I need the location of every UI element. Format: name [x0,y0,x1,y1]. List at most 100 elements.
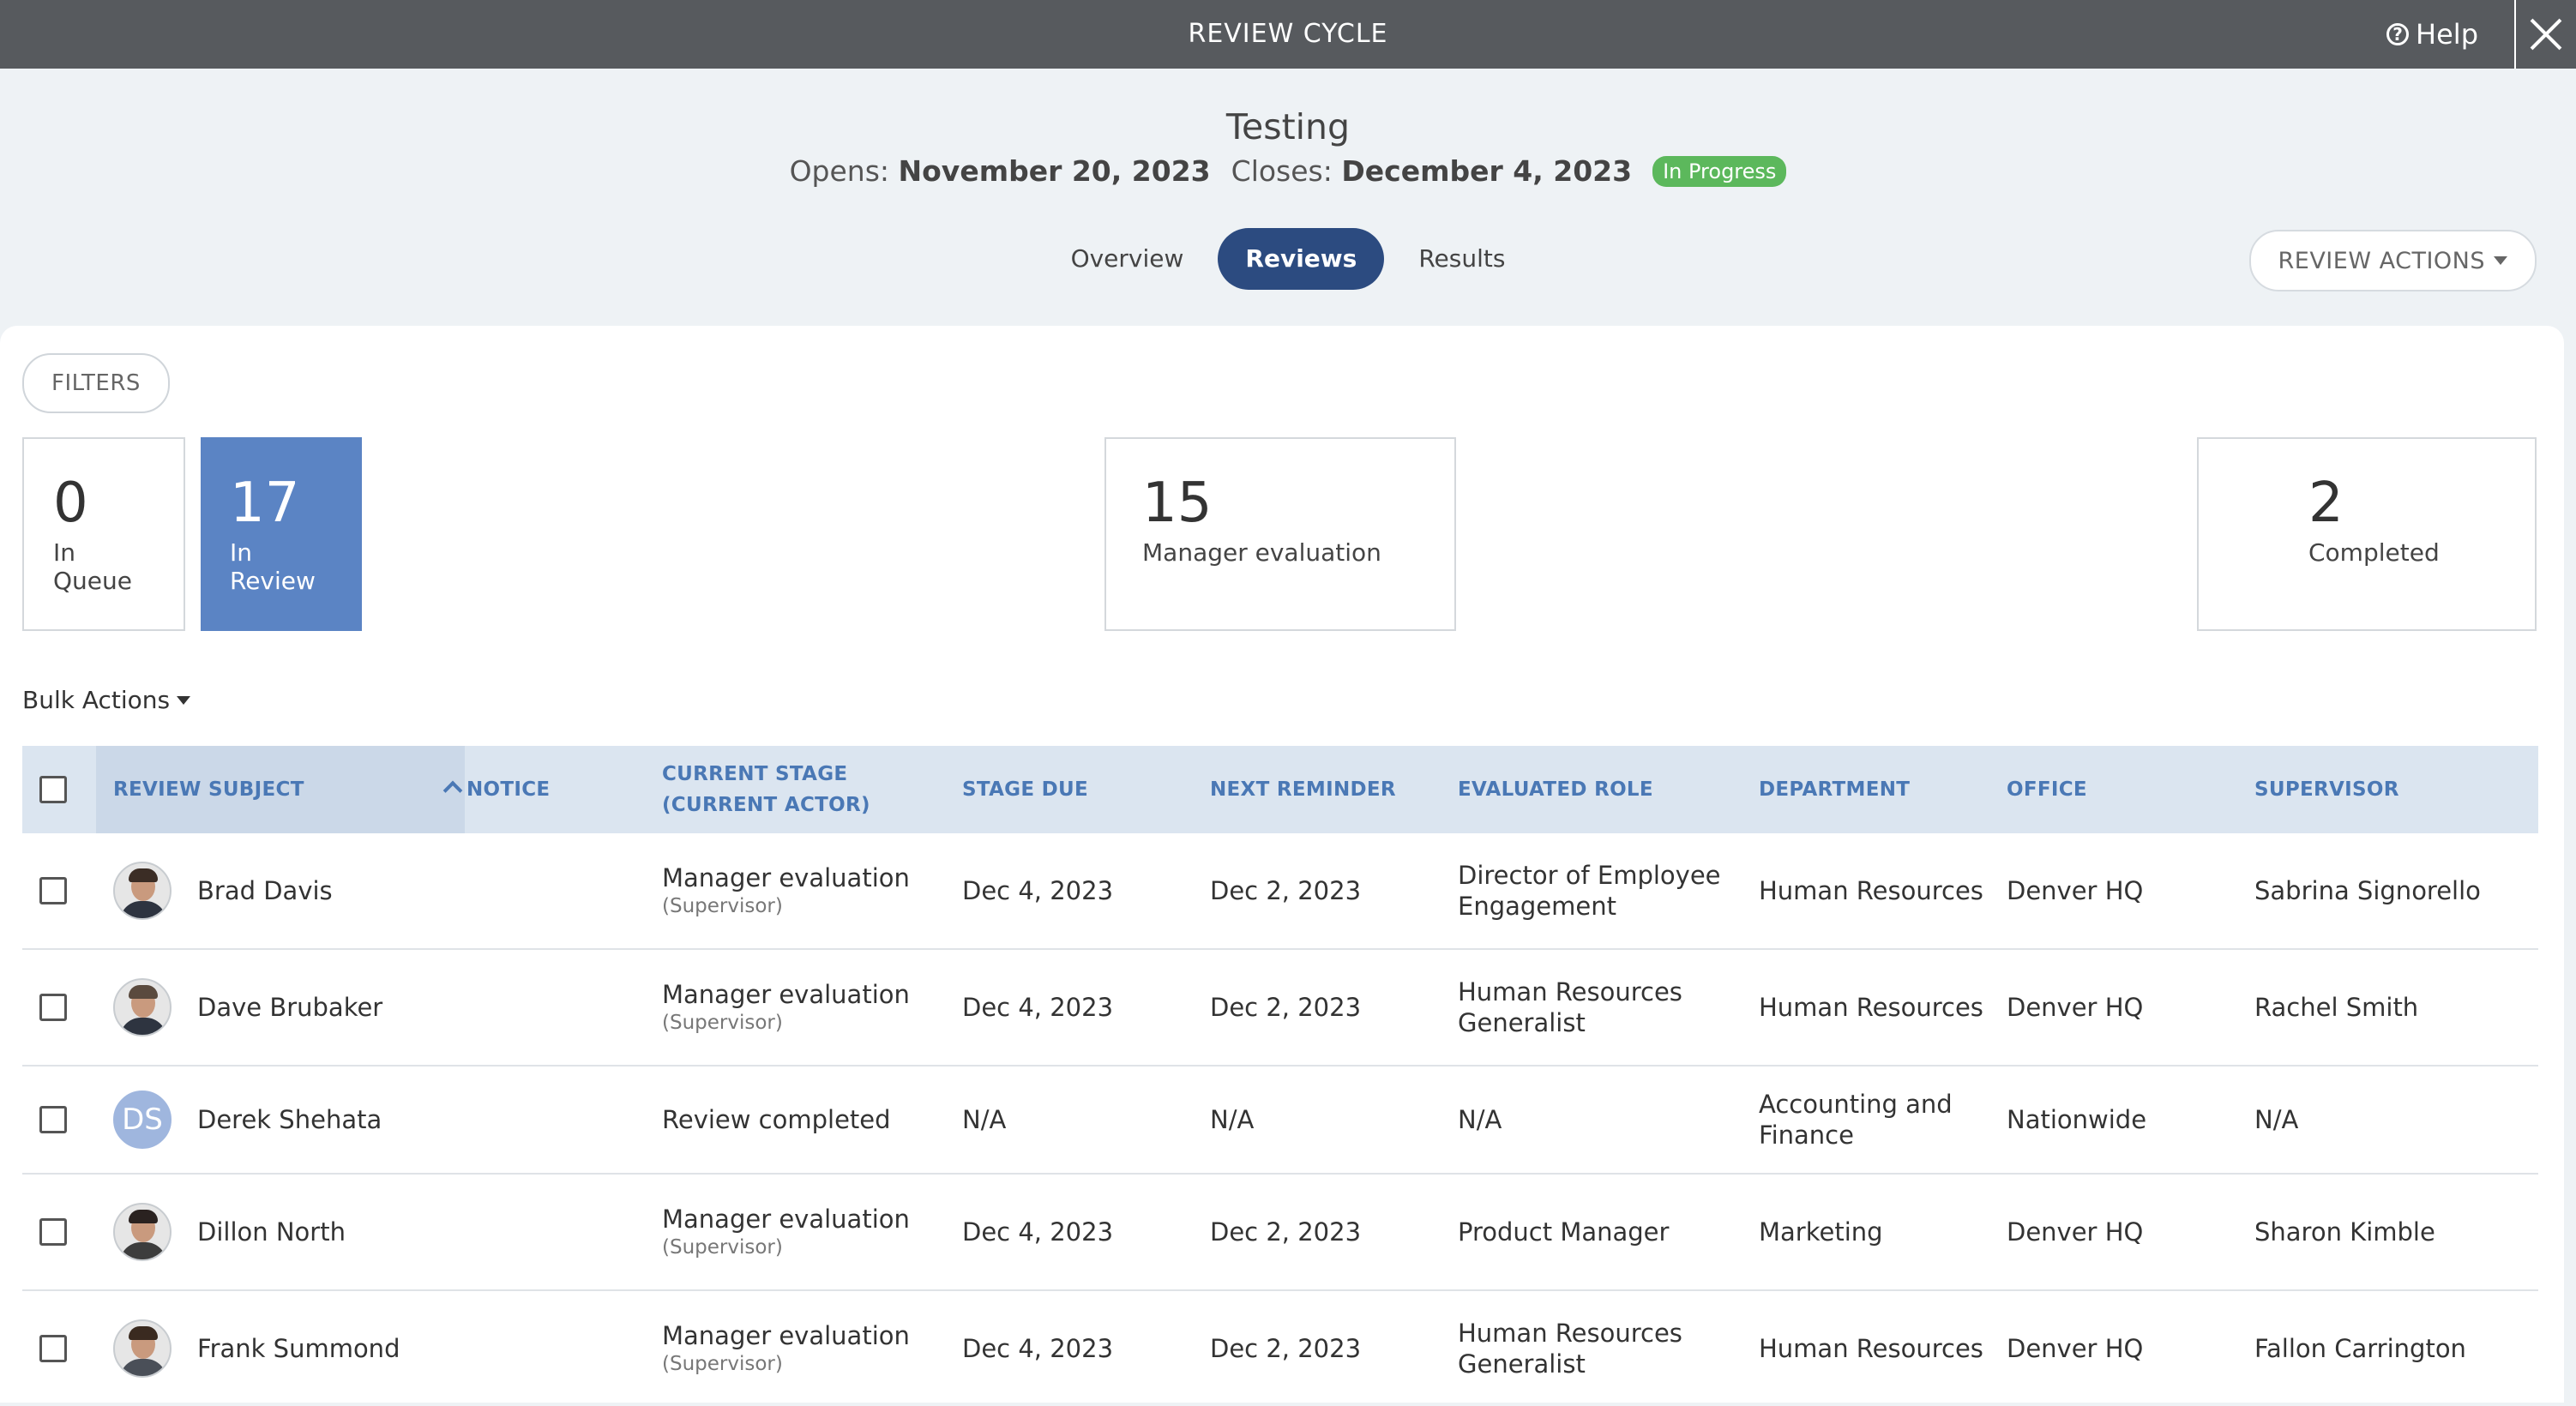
status-badge: In Progress [1652,155,1787,187]
row-checkbox[interactable] [39,1218,67,1246]
reviews-panel: FILTERS 0 In Queue 17 In Review 15 Manag… [0,326,2564,1403]
help-button[interactable]: ? Help [2386,0,2478,69]
review-actions-button[interactable]: REVIEW ACTIONS [2248,230,2537,291]
column-label: REVIEW SUBJECT [113,778,304,801]
caret-down-icon [2494,256,2507,265]
office-cell: Denver HQ [2007,993,2144,1022]
column-sublabel: (CURRENT ACTOR) [662,794,870,816]
stage-name: Manager evaluation [662,980,910,1009]
review-subject-cell: Dave Brubaker [113,950,382,1065]
next-reminder-cell: Dec 2, 2023 [1210,993,1362,1022]
bulk-actions-label: Bulk Actions [22,686,171,714]
tab-reviews[interactable]: Reviews [1218,228,1385,290]
stat-value: 17 [230,472,300,535]
row-checkbox[interactable] [39,877,67,904]
stage-due-cell: Dec 4, 2023 [962,876,1114,905]
tab-overview[interactable]: Overview [1044,228,1212,290]
stage-actor: (Supervisor) [662,895,783,917]
table-row[interactable]: Dave Brubaker Manager evaluation (Superv… [22,950,2538,1067]
stat-in-review[interactable]: 17 In Review [201,437,362,631]
row-checkbox-cell [39,1175,67,1289]
next-reminder-cell: N/A [1210,1105,1255,1134]
supervisor-cell: N/A [2254,1105,2299,1134]
subject-name[interactable]: Derek Shehata [197,1104,382,1135]
office-cell: Denver HQ [2007,1334,2144,1363]
subject-name[interactable]: Brad Davis [197,875,333,906]
table-row[interactable]: Dillon North Manager evaluation (Supervi… [22,1175,2538,1291]
stat-completed[interactable]: 2 Completed [2197,437,2537,631]
tab-bar: Overview Reviews Results [0,228,2576,290]
avatar [113,862,172,920]
stage-due-cell: Dec 4, 2023 [962,993,1114,1022]
select-all-checkbox-cell [39,746,67,833]
table-header: REVIEW SUBJECT NOTICE CURRENT STAGE (CUR… [22,746,2538,833]
current-stage-cell: Review completed [662,1067,891,1173]
next-reminder-cell: Dec 2, 2023 [1210,1334,1362,1363]
stage-due-cell: Dec 4, 2023 [962,1217,1114,1247]
row-checkbox[interactable] [39,994,67,1021]
subject-name[interactable]: Frank Summond [197,1333,400,1364]
close-button[interactable] [2514,0,2576,69]
closes-date: Closes: December 4, 2023 [1231,154,1633,188]
stat-value: 0 [53,472,88,535]
column-stage-due[interactable]: STAGE DUE [962,746,1088,833]
supervisor-cell: Fallon Carrington [2254,1334,2466,1363]
column-office[interactable]: OFFICE [2007,746,2087,833]
review-subject-cell: Brad Davis [113,833,333,948]
top-bar: REVIEW CYCLE ? Help [0,0,2576,69]
avatar [113,1319,172,1378]
stat-manager-evaluation[interactable]: 15 Manager evaluation [1104,437,1456,631]
stage-due-cell: N/A [962,1105,1007,1134]
column-supervisor[interactable]: SUPERVISOR [2254,746,2399,833]
avatar-initials: DS [113,1091,172,1149]
bulk-actions-dropdown[interactable]: Bulk Actions [22,686,191,714]
stat-label: Completed [2308,538,2440,567]
help-icon: ? [2386,23,2410,45]
stage-name: Manager evaluation [662,863,910,892]
evaluated-role-cell: Human Resources Generalist [1458,977,1682,1037]
review-actions-label: REVIEW ACTIONS [2278,247,2485,274]
stat-label: In Review [230,538,316,595]
column-label: CURRENT STAGE [662,763,848,785]
subject-name[interactable]: Dave Brubaker [197,992,382,1023]
stat-in-queue[interactable]: 0 In Queue [22,437,185,631]
column-department[interactable]: DEPARTMENT [1759,746,1910,833]
reviews-table: REVIEW SUBJECT NOTICE CURRENT STAGE (CUR… [22,746,2538,1406]
cycle-dates: Opens: November 20, 2023 Closes: Decembe… [0,154,2576,188]
column-evaluated-role[interactable]: EVALUATED ROLE [1458,746,1653,833]
supervisor-cell: Rachel Smith [2254,993,2419,1022]
column-review-subject[interactable]: REVIEW SUBJECT [96,746,465,833]
tab-results[interactable]: Results [1391,228,1532,290]
sort-ascending-icon [442,780,463,801]
close-icon [2529,17,2563,51]
avatar [113,1203,172,1261]
evaluated-role-cell: Product Manager [1458,1217,1670,1247]
column-next-reminder[interactable]: NEXT REMINDER [1210,746,1396,833]
stat-value: 2 [2308,472,2344,535]
column-notice[interactable]: NOTICE [466,746,550,833]
office-cell: Denver HQ [2007,1217,2144,1247]
supervisor-cell: Sabrina Signorello [2254,876,2481,905]
avatar [113,978,172,1036]
opens-date: Opens: November 20, 2023 [789,154,1211,188]
page-title: Testing [1225,106,1351,147]
table-row[interactable]: DS Derek Shehata Review completed N/A N/… [22,1067,2538,1175]
current-stage-cell: Manager evaluation (Supervisor) [662,950,910,1065]
row-checkbox[interactable] [39,1106,67,1133]
table-row[interactable]: Brad Davis Manager evaluation (Superviso… [22,833,2538,950]
row-checkbox[interactable] [39,1335,67,1362]
review-subject-cell: Frank Summond [113,1291,400,1406]
column-current-stage[interactable]: CURRENT STAGE (CURRENT ACTOR) [662,746,870,833]
caret-down-icon [177,695,191,705]
table-row[interactable]: Frank Summond Manager evaluation (Superv… [22,1291,2538,1406]
window-title: REVIEW CYCLE [1188,19,1388,49]
help-label: Help [2416,18,2478,51]
department-cell: Human Resources [1759,1334,1983,1363]
current-stage-cell: Manager evaluation (Supervisor) [662,833,910,948]
filters-button[interactable]: FILTERS [22,353,170,413]
review-subject-cell: Dillon North [113,1175,346,1289]
subject-name[interactable]: Dillon North [197,1217,346,1247]
select-all-checkbox[interactable] [39,776,67,803]
office-cell: Denver HQ [2007,876,2144,905]
next-reminder-cell: Dec 2, 2023 [1210,876,1362,905]
